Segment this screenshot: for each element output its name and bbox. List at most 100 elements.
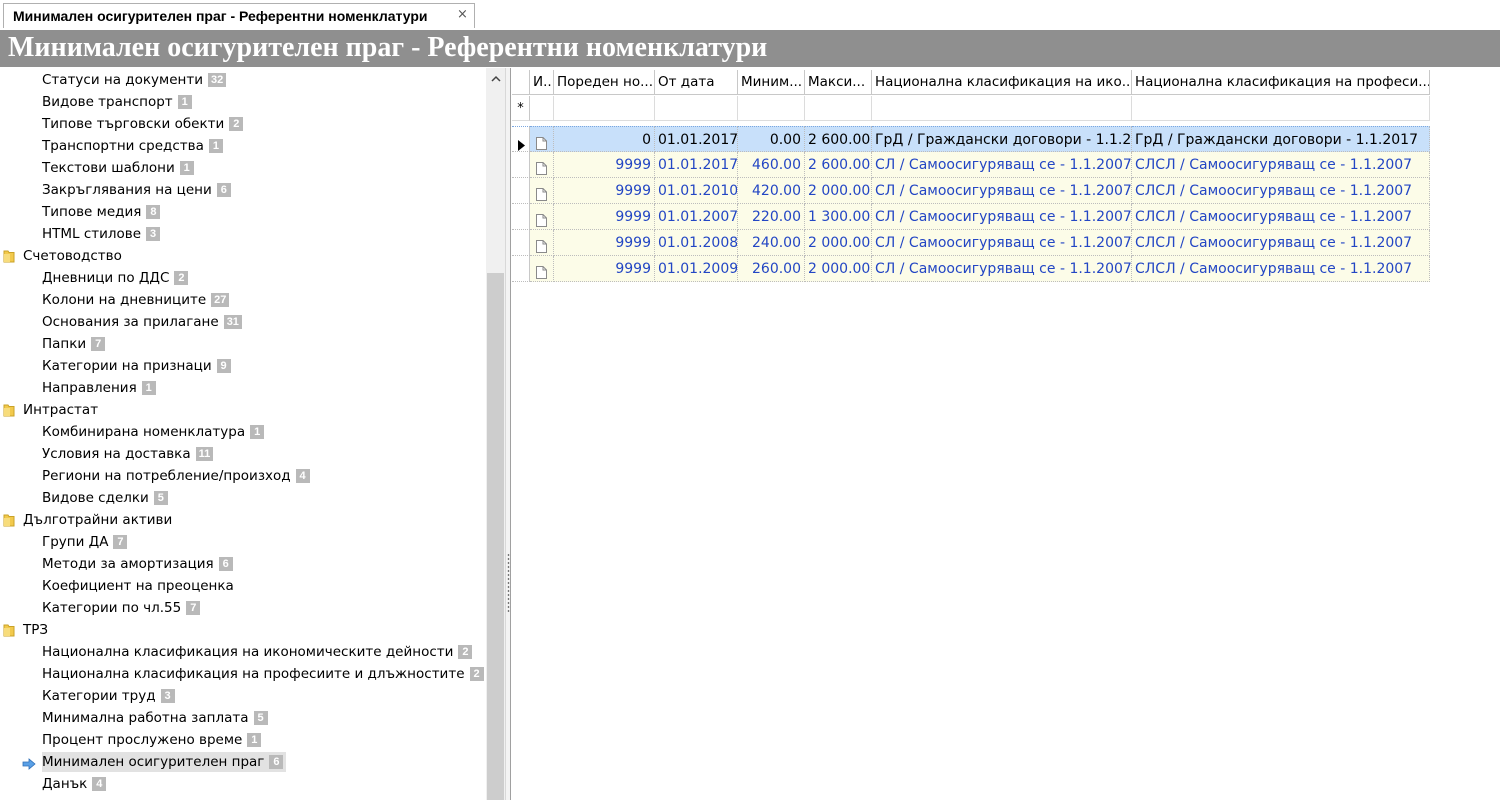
nkpd-cell[interactable]: ГрД / Граждански договори - 1.1.2017 xyxy=(1132,126,1430,152)
document-icon-cell[interactable] xyxy=(530,230,554,256)
tree-item[interactable]: Условия на доставка 11 xyxy=(0,444,486,464)
document-icon-cell[interactable] xyxy=(530,152,554,178)
min-cell[interactable]: 420.00 xyxy=(738,178,805,204)
document-icon-cell[interactable] xyxy=(530,204,554,230)
nkpd-cell[interactable]: СЛСЛ / Самоосигуряващ се - 1.1.2007 xyxy=(1132,152,1430,178)
table-row[interactable]: 9999 01.01.2009 260.00 2 000.00 СЛ / Самооси… xyxy=(512,256,1430,282)
date-cell[interactable]: 01.01.2007 xyxy=(655,204,738,230)
column-header[interactable]: Пореден но... xyxy=(554,70,655,95)
nkid-cell[interactable]: ГрД / Граждански договори - 1.1.2... xyxy=(872,126,1132,152)
tree-item[interactable]: Коефициент на преоценка xyxy=(0,576,486,596)
min-cell[interactable]: 0.00 xyxy=(738,126,805,152)
tree-item[interactable]: Направления 1 xyxy=(0,378,486,398)
seq-cell[interactable]: 9999 xyxy=(554,256,655,282)
tree-item[interactable]: Комбинирана номенклатура 1 xyxy=(0,422,486,442)
seq-cell[interactable]: 9999 xyxy=(554,230,655,256)
document-icon-cell[interactable] xyxy=(530,256,554,282)
seq-cell[interactable]: 9999 xyxy=(554,152,655,178)
max-cell[interactable]: 2 600.00 xyxy=(805,152,872,178)
max-cell[interactable]: 1 300.00 xyxy=(805,204,872,230)
tree-item[interactable]: Категории на признаци 9 xyxy=(0,356,486,376)
tree-item[interactable]: Типове медия 8 xyxy=(0,202,486,222)
tree-item[interactable]: Минимален осигурителен праг 6 xyxy=(0,752,486,772)
tree-item[interactable]: Закръглявания на цени 6 xyxy=(0,180,486,200)
column-header[interactable]: Национална класификация на професи... xyxy=(1132,70,1430,95)
tree-item[interactable]: Папки 7 xyxy=(0,334,486,354)
nkpd-cell[interactable]: СЛСЛ / Самоосигуряващ се - 1.1.2007 xyxy=(1132,178,1430,204)
new-record-row[interactable]: * xyxy=(512,96,1430,122)
nkid-cell[interactable]: СЛ / Самоосигуряващ се - 1.1.2007 xyxy=(872,152,1132,178)
panel-splitter[interactable] xyxy=(505,68,511,800)
tree-item[interactable]: Групи ДА 7 xyxy=(0,532,486,552)
seq-cell[interactable]: 9999 xyxy=(554,178,655,204)
scrollbar-thumb[interactable] xyxy=(487,273,504,800)
tree-group[interactable]: ТРЗ xyxy=(0,620,486,640)
close-icon[interactable]: × xyxy=(457,7,468,22)
column-header[interactable]: Национална класификация на ико... xyxy=(872,70,1132,95)
tree-item[interactable]: Процент прослужено време 1 xyxy=(0,730,486,750)
date-cell[interactable]: 01.01.2017 xyxy=(655,126,738,152)
new-row-cell[interactable] xyxy=(805,96,872,121)
new-row-cell[interactable] xyxy=(554,96,655,121)
tree-item[interactable]: Национална класификация на професиите и … xyxy=(0,664,486,684)
table-row[interactable]: 9999 01.01.2007 220.00 1 300.00 СЛ / Самооси… xyxy=(512,204,1430,230)
tree-item[interactable]: Категории по чл.55 7 xyxy=(0,598,486,618)
nkpd-cell[interactable]: СЛСЛ / Самоосигуряващ се - 1.1.2007 xyxy=(1132,256,1430,282)
max-cell[interactable]: 2 000.00 xyxy=(805,256,872,282)
tree-item[interactable]: Категории труд 3 xyxy=(0,686,486,706)
table-row[interactable]: 9999 01.01.2008 240.00 2 000.00 СЛ / Самооси… xyxy=(512,230,1430,256)
table-row[interactable]: 9999 01.01.2017 460.00 2 600.00 СЛ / Самооси… xyxy=(512,152,1430,178)
nkid-cell[interactable]: СЛ / Самоосигуряващ се - 1.1.2007 xyxy=(872,178,1132,204)
table-row[interactable]: 9999 01.01.2010 420.00 2 000.00 СЛ / Самооси… xyxy=(512,178,1430,204)
nkid-cell[interactable]: СЛ / Самоосигуряващ се - 1.1.2007 xyxy=(872,256,1132,282)
chevron-up-icon[interactable] xyxy=(486,68,505,90)
tree-scrollbar[interactable] xyxy=(486,68,505,800)
date-cell[interactable]: 01.01.2008 xyxy=(655,230,738,256)
nkid-cell[interactable]: СЛ / Самоосигуряващ се - 1.1.2007 xyxy=(872,230,1132,256)
max-cell[interactable]: 2 000.00 xyxy=(805,178,872,204)
tree-group[interactable]: Дълготрайни активи xyxy=(0,510,486,530)
tree-item[interactable]: Типове търговски обекти 2 xyxy=(0,114,486,134)
tree-item[interactable]: Видове транспорт 1 xyxy=(0,92,486,112)
max-cell[interactable]: 2 600.00 xyxy=(805,126,872,152)
new-row-cell[interactable] xyxy=(1132,96,1430,121)
min-cell[interactable]: 220.00 xyxy=(738,204,805,230)
tab-min-insurance-threshold[interactable]: Минимален осигурителен праг - Референтни… xyxy=(3,3,475,28)
tree-item[interactable]: Данък 4 xyxy=(0,774,486,794)
column-header[interactable]: И... xyxy=(530,70,554,95)
min-cell[interactable]: 240.00 xyxy=(738,230,805,256)
document-icon-cell[interactable] xyxy=(530,126,554,152)
new-row-cell[interactable] xyxy=(530,96,554,121)
tree-group[interactable]: Интрастат xyxy=(0,400,486,420)
new-row-cell[interactable] xyxy=(738,96,805,121)
column-header[interactable]: Миним... xyxy=(738,70,805,95)
tree-item[interactable]: Колони на дневниците 27 xyxy=(0,290,486,310)
tree-item[interactable]: Основания за прилагане 31 xyxy=(0,312,486,332)
tree-item[interactable]: Национална класификация на икономическит… xyxy=(0,642,486,662)
nkid-cell[interactable]: СЛ / Самоосигуряващ се - 1.1.2007 xyxy=(872,204,1132,230)
max-cell[interactable]: 2 000.00 xyxy=(805,230,872,256)
document-icon-cell[interactable] xyxy=(530,178,554,204)
new-row-cell[interactable] xyxy=(872,96,1132,121)
seq-cell[interactable]: 0 xyxy=(554,126,655,152)
date-cell[interactable]: 01.01.2017 xyxy=(655,152,738,178)
tree-group[interactable]: Счетоводство xyxy=(0,246,486,266)
tree-item[interactable]: Минимална работна заплата 5 xyxy=(0,708,486,728)
tree-item[interactable]: Видове сделки 5 xyxy=(0,488,486,508)
seq-cell[interactable]: 9999 xyxy=(554,204,655,230)
nkpd-cell[interactable]: СЛСЛ / Самоосигуряващ се - 1.1.2007 xyxy=(1132,230,1430,256)
table-row[interactable]: 0 01.01.2017 0.00 2 600.00 ГрД / Граждански … xyxy=(512,126,1430,152)
nkpd-cell[interactable]: СЛСЛ / Самоосигуряващ се - 1.1.2007 xyxy=(1132,204,1430,230)
tree-item[interactable]: HTML стилове 3 xyxy=(0,224,486,244)
min-cell[interactable]: 460.00 xyxy=(738,152,805,178)
column-header[interactable]: Макси... xyxy=(805,70,872,95)
date-cell[interactable]: 01.01.2010 xyxy=(655,178,738,204)
tree-item[interactable]: Транспортни средства 1 xyxy=(0,136,486,156)
tree-item[interactable]: Методи за амортизация 6 xyxy=(0,554,486,574)
tree-item[interactable]: Статуси на документи 32 xyxy=(0,70,486,90)
min-cell[interactable]: 260.00 xyxy=(738,256,805,282)
new-row-cell[interactable] xyxy=(655,96,738,121)
tree-item[interactable]: Текстови шаблони 1 xyxy=(0,158,486,178)
date-cell[interactable]: 01.01.2009 xyxy=(655,256,738,282)
tree-item[interactable]: Дневници по ДДС 2 xyxy=(0,268,486,288)
